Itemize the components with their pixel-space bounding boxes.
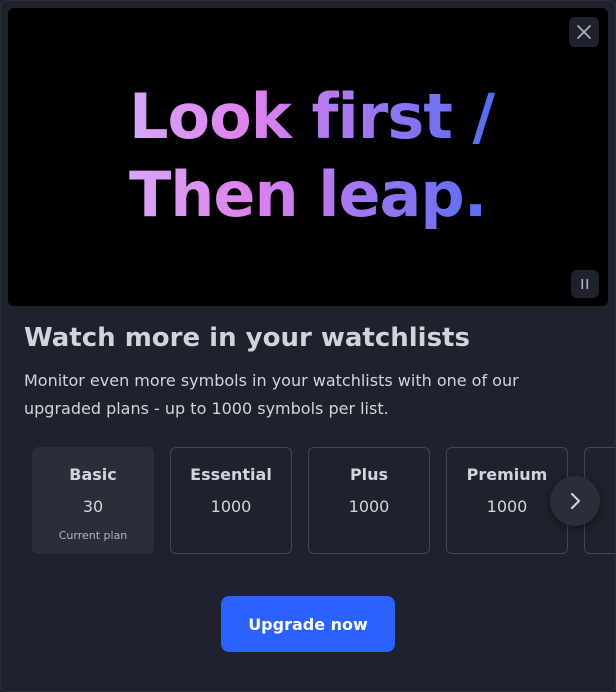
- dialog-description: Monitor even more symbols in your watchl…: [24, 371, 519, 418]
- promo-video: Look first / Then leap.: [8, 8, 608, 306]
- plan-symbol-count: 30: [82, 497, 104, 516]
- pause-icon: [581, 279, 589, 289]
- plan-symbol-count: 1000: [486, 497, 528, 516]
- current-plan-label: Current plan: [58, 529, 128, 542]
- plan-name: Premium: [466, 465, 548, 484]
- plan-name: Essential: [190, 465, 272, 484]
- close-icon: [577, 25, 591, 39]
- hero-line-1: Look first /: [129, 78, 549, 156]
- hero-text: Look first / Then leap.: [129, 78, 549, 234]
- plan-card-plus[interactable]: Plus 1000: [308, 447, 430, 554]
- upgrade-now-button[interactable]: Upgrade now: [221, 596, 395, 652]
- plan-card-essential[interactable]: Essential 1000: [170, 447, 292, 554]
- pause-button[interactable]: [571, 270, 599, 298]
- plan-carousel: Basic 30 Current plan Essential 1000 Plu…: [32, 447, 615, 555]
- next-plans-button[interactable]: [550, 476, 600, 526]
- hero-line-2: Then leap.: [129, 156, 549, 234]
- plan-name: Basic: [69, 465, 117, 484]
- dialog-title: Watch more in your watchlists: [24, 323, 470, 353]
- plan-name: Plus: [349, 465, 389, 484]
- chevron-right-icon: [571, 493, 580, 509]
- upgrade-dialog: Look first / Then leap. Watch more in yo…: [0, 0, 616, 692]
- close-button[interactable]: [569, 17, 599, 47]
- plan-symbol-count: 1000: [210, 497, 252, 516]
- plan-card-basic: Basic 30 Current plan: [32, 447, 154, 554]
- plan-symbol-count: 1000: [348, 497, 390, 516]
